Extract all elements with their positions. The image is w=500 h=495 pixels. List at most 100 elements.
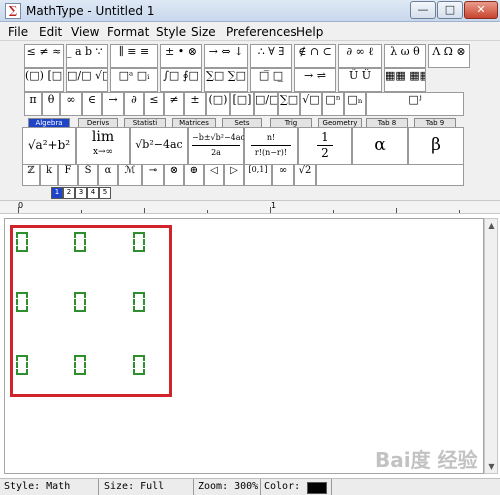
menu-size[interactable]: Size [191, 25, 216, 39]
operator-symbols-palette[interactable]: ± • ⊗ [160, 44, 202, 68]
sqrt2-button[interactable]: √2 [294, 164, 316, 186]
template-half-bottom: 2 [321, 146, 329, 160]
status-separator [193, 479, 194, 495]
element-of-button[interactable]: ∈ [82, 92, 102, 116]
alpha-script-button[interactable]: α [98, 164, 118, 186]
square-root-button[interactable]: √□ [300, 92, 322, 116]
matrix-slot[interactable] [16, 232, 28, 252]
greek-uppercase-palette[interactable]: Λ Ω ⊗ [428, 44, 470, 68]
template-combination-bottom: r!(n−r)! [254, 148, 288, 157]
infinity-button-2[interactable]: ∞ [272, 164, 294, 186]
template-half-top: 1 [317, 130, 333, 146]
embellishments-palette[interactable]: ∥ ≡ ≡ [110, 44, 158, 68]
matrix-slot[interactable] [133, 292, 145, 312]
tab-size-button-4[interactable]: 4 [87, 187, 99, 199]
matrix-templates-palette[interactable]: ▦▦ ▦▦ [384, 68, 426, 92]
partial-derivative-button[interactable]: ∂ [124, 92, 144, 116]
underbar-overbar-palette[interactable]: □̅ □̲ [250, 68, 292, 92]
color-swatch[interactable] [307, 482, 327, 494]
circled-times-button[interactable]: ⊗ [164, 164, 184, 186]
summation-templates-palette[interactable]: ∑□ ∑□ [204, 68, 248, 92]
set-theory-palette[interactable]: ∉ ∩ ⊂ [294, 44, 336, 68]
template-discriminant[interactable]: √b²−4ac [130, 127, 188, 165]
products-set-palette[interactable]: Ũ Ü [338, 68, 382, 92]
matrix-slot[interactable] [133, 355, 145, 375]
scroll-up-icon[interactable]: ▲ [487, 221, 496, 230]
close-button[interactable]: ✕ [464, 1, 498, 19]
interval-button[interactable]: [0,1] [244, 164, 272, 186]
mathtype-app-icon: ∑ [5, 3, 21, 19]
template-hypotenuse[interactable]: √a²+b² [22, 127, 76, 165]
template-combination[interactable]: n! r!(n−r)! [244, 127, 298, 165]
f-symbol-button[interactable]: F [58, 164, 78, 186]
tab-size-button-2[interactable]: 2 [63, 187, 75, 199]
right-triangle-button[interactable]: ▷ [224, 164, 244, 186]
menu-edit[interactable]: Edit [39, 25, 62, 39]
brackets-button[interactable]: [□] [230, 92, 254, 116]
script-m-button[interactable]: ℳ [118, 164, 142, 186]
parentheses-button[interactable]: (□) [206, 92, 230, 116]
infinity-symbol-button[interactable]: ∞ [60, 92, 82, 116]
template-half[interactable]: 1 2 [298, 127, 352, 165]
integers-symbol-button[interactable]: ℤ [22, 164, 40, 186]
menu-view[interactable]: View [71, 25, 99, 39]
matrix-slot[interactable] [133, 232, 145, 252]
relational-symbols-palette[interactable]: ≤ ≠ ≈ [24, 44, 64, 68]
menu-style[interactable]: Style [156, 25, 186, 39]
matrix-slot[interactable] [74, 232, 86, 252]
matrix-slot[interactable] [74, 355, 86, 375]
tab-size-button-5[interactable]: 5 [99, 187, 111, 199]
ruler-tick [18, 207, 19, 213]
pi-symbol-button[interactable]: π [24, 92, 42, 116]
vertical-scrollbar[interactable]: ▲ ▼ [484, 218, 498, 474]
menu-preferences[interactable]: Preferences [226, 25, 297, 39]
k-symbol-button[interactable]: k [40, 164, 58, 186]
integral-templates-palette[interactable]: ∫□ ∮□ [160, 68, 202, 92]
right-arrow-button[interactable]: → [102, 92, 124, 116]
subscript-superscript-palette[interactable]: □ᵃ □ᵢ [110, 68, 158, 92]
greek-lowercase-palette[interactable]: λ ω θ [384, 44, 426, 68]
arrow-symbols-palette[interactable]: → ⇔ ↓ [204, 44, 248, 68]
menu-format[interactable]: Format [107, 25, 149, 39]
fence-templates-palette[interactable]: (□) [□] [24, 68, 64, 92]
empty-palette-slot[interactable] [316, 164, 464, 186]
spaces-ellipses-palette[interactable]: ̲ a b ∵ [66, 44, 108, 68]
status-size: Size: Full [104, 481, 165, 492]
logical-symbols-palette[interactable]: ∴ ∀ ∃ [250, 44, 292, 68]
not-equal-button[interactable]: ≠ [164, 92, 184, 116]
multimap-button[interactable]: ⊸ [142, 164, 164, 186]
template-quadratic[interactable]: −b±√b²−4ac 2a [188, 127, 245, 165]
circled-plus-button[interactable]: ⊕ [184, 164, 204, 186]
subscript-button[interactable]: □ₙ [344, 92, 366, 116]
status-separator [98, 479, 99, 495]
maximize-button[interactable]: □ [437, 1, 463, 19]
theta-symbol-button[interactable]: θ [42, 92, 60, 116]
scroll-down-icon[interactable]: ▼ [487, 462, 496, 471]
labeled-arrow-palette[interactable]: → ⇌ [294, 68, 336, 92]
template-limit[interactable]: lim x→∞ [76, 127, 130, 165]
s-symbol-button[interactable]: S [78, 164, 98, 186]
sum-button[interactable]: ∑□ [278, 92, 300, 116]
title-bar: ∑ MathType - Untitled 1 — □ ✕ [0, 0, 500, 22]
fraction-button[interactable]: □/□ [254, 92, 278, 116]
plus-minus-button[interactable]: ± [184, 92, 206, 116]
menu-help[interactable]: Help [296, 25, 323, 39]
superscript-button[interactable]: □ⁿ [322, 92, 344, 116]
left-triangle-button[interactable]: ◁ [204, 164, 224, 186]
sub-superscript-button[interactable]: □ʲ [366, 92, 464, 116]
menu-file[interactable]: File [8, 25, 28, 39]
fraction-radical-palette[interactable]: □/□ √□ [66, 68, 108, 92]
less-equal-button[interactable]: ≤ [144, 92, 164, 116]
misc-symbols-palette[interactable]: ∂ ∞ ℓ [338, 44, 382, 68]
matrix-slot[interactable] [16, 292, 28, 312]
alpha-symbol-button[interactable]: α [352, 127, 408, 165]
status-bar: Style: Math Size: Full Zoom: 300% Color: [0, 478, 500, 495]
tab-size-button-1[interactable]: 1 [51, 187, 63, 199]
beta-symbol-button[interactable]: β [408, 127, 464, 165]
tab-size-button-3[interactable]: 3 [75, 187, 87, 199]
menu-bar: File Edit View Format Style Size Prefere… [0, 22, 500, 41]
matrix-slot[interactable] [74, 292, 86, 312]
minimize-button[interactable]: — [410, 1, 436, 19]
ruler[interactable]: 0 1 [0, 200, 500, 214]
matrix-slot[interactable] [16, 355, 28, 375]
